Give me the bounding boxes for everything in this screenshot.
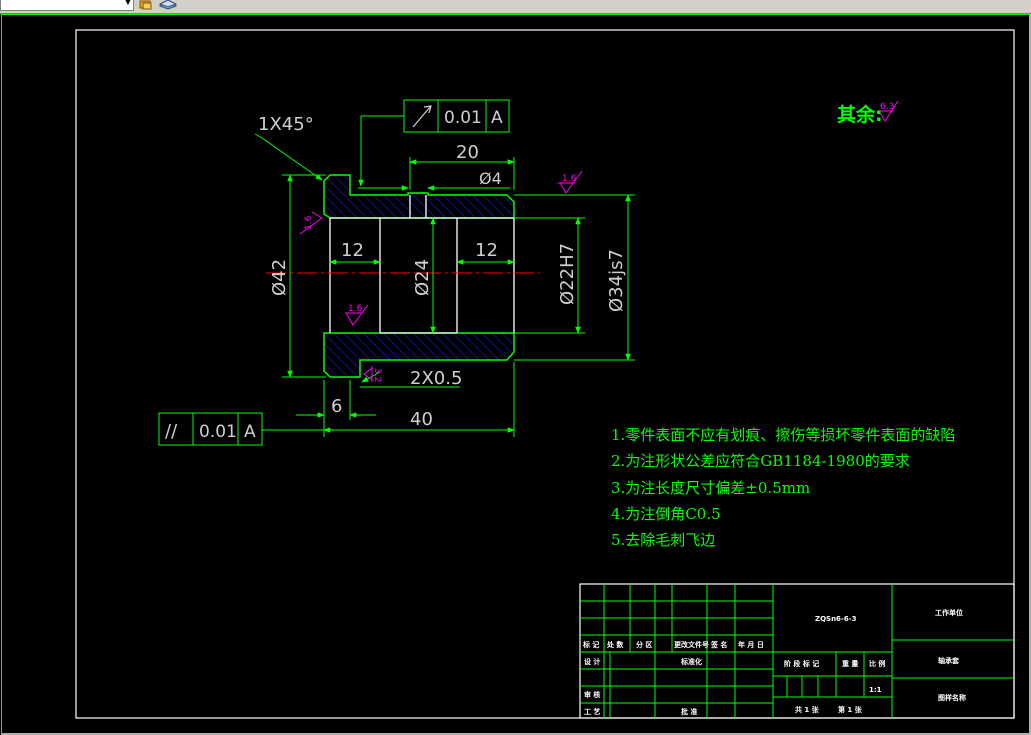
title-block: ZQSn6-6-3 工作单位 轴承套 图样名称 1:1 共 1 张 第 1 张 … <box>579 583 1015 719</box>
tb-col-date: 年 月 日 <box>738 640 764 649</box>
tb-col-signature: 签 名 <box>710 640 727 649</box>
tb-col-change-doc: 更改文件号 <box>674 640 709 649</box>
parallelism-icon: // <box>165 421 178 442</box>
dim-20: 20 <box>456 142 479 163</box>
tb-review: 审 核 <box>584 690 600 699</box>
tolerance-left-datum: A <box>244 422 256 442</box>
drawing-no-label: 图样名称 <box>938 693 966 702</box>
sheet-total-label: 共 1 张 <box>795 705 820 714</box>
tb-col-zone: 分 区 <box>636 640 652 649</box>
scale-label: 1:1 <box>869 686 882 694</box>
part-name-label: 轴承套 <box>938 656 960 665</box>
dim-6: 6 <box>331 396 342 417</box>
material-label: ZQSn6-6-3 <box>815 615 857 623</box>
tolerance-frame-left: // 0.01 A <box>158 412 263 446</box>
dim-dia-4: Ø4 <box>479 169 502 188</box>
ratio-label: 比 例 <box>869 659 885 668</box>
tb-standardize: 标准化 <box>680 657 702 666</box>
tb-col-mark: 标 记 <box>582 640 599 649</box>
dim-40: 40 <box>410 409 433 430</box>
dim-dia-22h7: Ø22H7 <box>557 243 578 305</box>
dim-12-right: 12 <box>475 240 498 261</box>
dim-groove: 2X0.5 <box>410 368 462 389</box>
roughness-bottom: 3.2 <box>372 368 382 382</box>
roughness-left: 1.6 <box>304 215 314 230</box>
note-2: 2.为注形状公差应符合GB1184-1980的要求 <box>611 452 910 470</box>
roughness-rest-label: 其余: <box>837 103 883 126</box>
note-4: 4.为注倒角C0.5 <box>611 505 721 523</box>
dim-12-left: 12 <box>341 240 364 261</box>
roughness-rest-value: 6.3 <box>880 102 894 112</box>
tb-approve: 批 准 <box>681 707 697 716</box>
roughness-bore: 1.6 <box>348 304 363 314</box>
dim-dia-42: Ø42 <box>269 259 290 296</box>
chamfer-label: 1X45° <box>258 114 314 135</box>
tb-designer: 设 计 <box>584 657 600 666</box>
tb-process: 工 艺 <box>584 707 600 716</box>
part-section <box>266 174 540 378</box>
note-5: 5.去除毛刺飞边 <box>611 531 715 549</box>
roughness-top: 1.6 <box>562 174 577 184</box>
tb-col-count: 处 数 <box>606 640 624 649</box>
company-label: 工作单位 <box>935 608 963 617</box>
dim-dia-24: Ø24 <box>412 259 433 296</box>
tolerance-top-value: 0.01 <box>444 108 482 128</box>
weight-label: 重 量 <box>842 659 858 668</box>
stage-label: 阶 段 标 记 <box>784 659 819 668</box>
sheet-border <box>75 29 1015 719</box>
cad-drawing[interactable]: 1X45° 20 Ø4 12 12 Ø42 Ø24 Ø22H7 Ø34js7 2… <box>0 0 1031 734</box>
note-3: 3.为注长度尺寸偏差±0.5mm <box>611 479 810 497</box>
sheet-no-label: 第 1 张 <box>838 705 863 714</box>
tolerance-top-datum: A <box>491 108 503 128</box>
tolerance-frame-top: 0.01 A <box>403 99 510 133</box>
tolerance-left-value: 0.01 <box>199 422 237 442</box>
dim-dia-34js7: Ø34js7 <box>606 249 627 312</box>
technical-notes: 1.零件表面不应有划痕、擦伤等损坏零件表面的缺陷 2.为注形状公差应符合GB11… <box>611 426 955 549</box>
note-1: 1.零件表面不应有划痕、擦伤等损坏零件表面的缺陷 <box>611 426 955 444</box>
